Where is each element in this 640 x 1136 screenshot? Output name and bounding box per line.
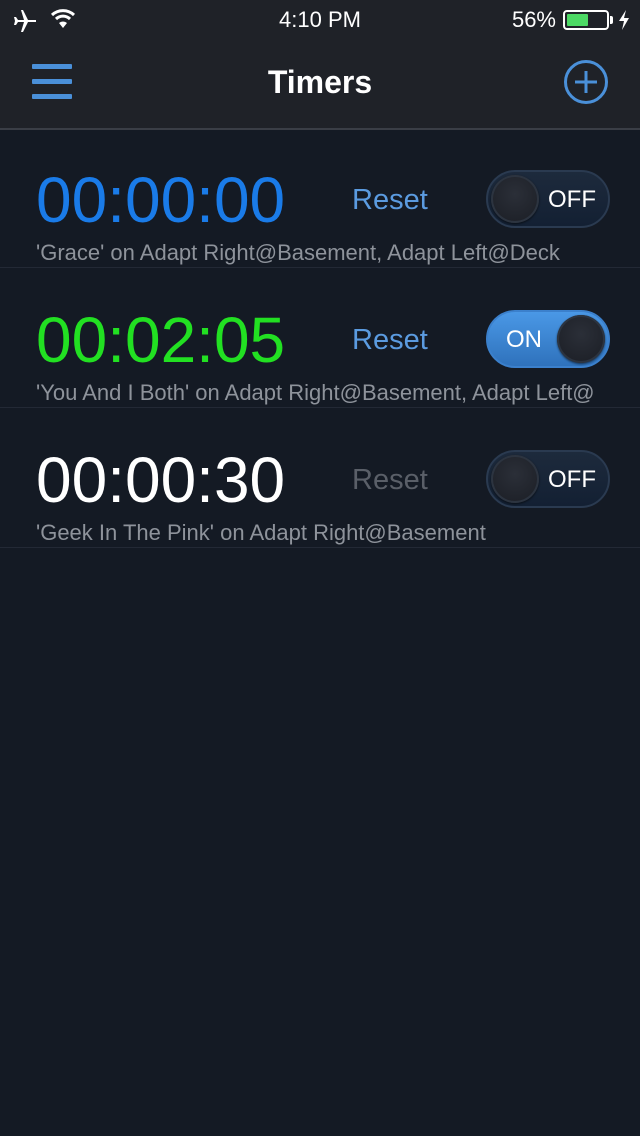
row-divider [0, 547, 640, 548]
charging-bolt-icon [619, 10, 629, 30]
timer-description: 'Geek In The Pink' on Adapt Right@Baseme… [36, 520, 486, 545]
toggle-label: ON [506, 326, 542, 353]
timer-value: 00:00:30 [36, 444, 286, 516]
timer-row: 00:02:05 Reset ON 'You And I Both' on Ad… [0, 282, 640, 422]
timer-toggle[interactable]: OFF [486, 450, 610, 508]
timer-description: 'Grace' on Adapt Right@Basement, Adapt L… [36, 240, 560, 265]
timer-description: 'You And I Both' on Adapt Right@Basement… [36, 380, 595, 405]
toggle-label: OFF [548, 466, 596, 493]
toggle-knob [557, 315, 605, 363]
timer-value: 00:02:05 [36, 304, 286, 376]
nav-bar: Timers [0, 40, 640, 130]
status-bar: 4:10 PM 56% [0, 0, 640, 40]
plus-circle-icon[interactable] [563, 59, 609, 105]
timer-toggle[interactable]: ON [486, 310, 610, 368]
battery-icon [563, 10, 609, 30]
row-divider [0, 407, 640, 408]
timer-toggle[interactable]: OFF [486, 170, 610, 228]
toggle-knob [491, 175, 539, 223]
battery-percent: 56% [511, 7, 556, 32]
reset-button[interactable]: Reset [352, 180, 428, 220]
battery-cap [610, 16, 613, 24]
row-divider [0, 267, 640, 268]
battery-fill [567, 14, 589, 26]
reset-button[interactable]: Reset [352, 320, 428, 360]
timer-row: 00:00:00 Reset OFF 'Grace' on Adapt Righ… [0, 142, 640, 282]
page-title: Timers [267, 64, 373, 100]
toggle-knob [491, 455, 539, 503]
reset-button[interactable]: Reset [352, 460, 428, 500]
toggle-label: OFF [548, 186, 596, 213]
timer-value: 00:00:00 [36, 164, 286, 236]
timer-row: 00:00:30 Reset OFF 'Geek In The Pink' on… [0, 422, 640, 562]
